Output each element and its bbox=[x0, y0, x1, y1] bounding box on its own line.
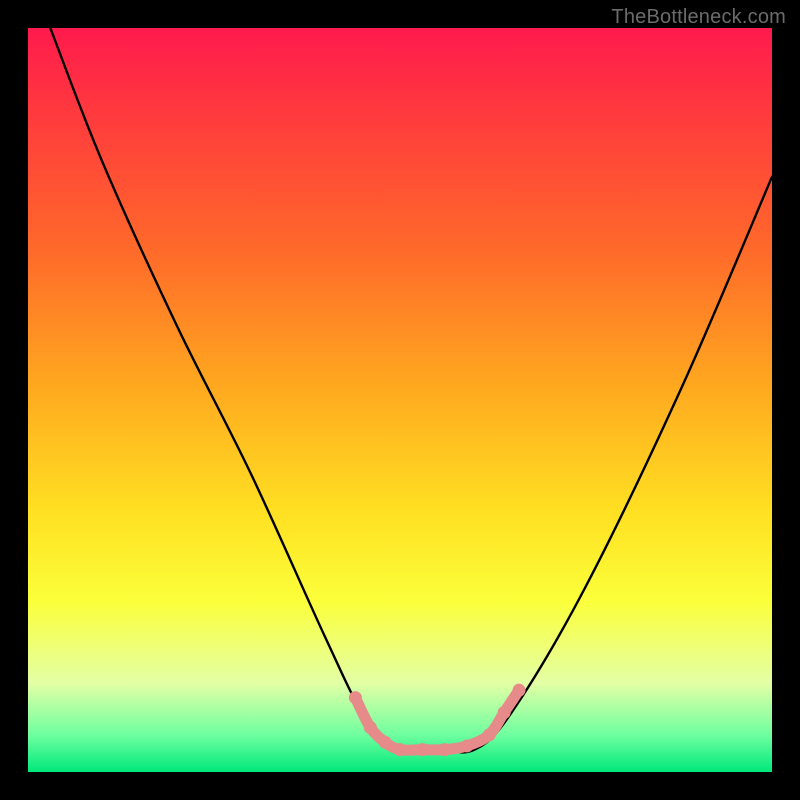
highlight-dot bbox=[513, 684, 526, 697]
highlight-dot bbox=[416, 743, 429, 756]
highlight-dot bbox=[438, 743, 451, 756]
bottleneck-curve-path bbox=[50, 28, 772, 752]
highlight-dot bbox=[379, 736, 392, 749]
highlight-dot bbox=[394, 743, 407, 756]
watermark-text: TheBottleneck.com bbox=[611, 6, 786, 29]
chart-frame: TheBottleneck.com bbox=[0, 0, 800, 800]
curve-svg bbox=[28, 28, 772, 772]
highlight-dot bbox=[460, 739, 473, 752]
plot-area bbox=[28, 28, 772, 772]
highlight-dot bbox=[483, 728, 496, 741]
highlight-dot bbox=[498, 706, 511, 719]
highlight-dot bbox=[349, 691, 362, 704]
highlight-dot bbox=[364, 721, 377, 734]
